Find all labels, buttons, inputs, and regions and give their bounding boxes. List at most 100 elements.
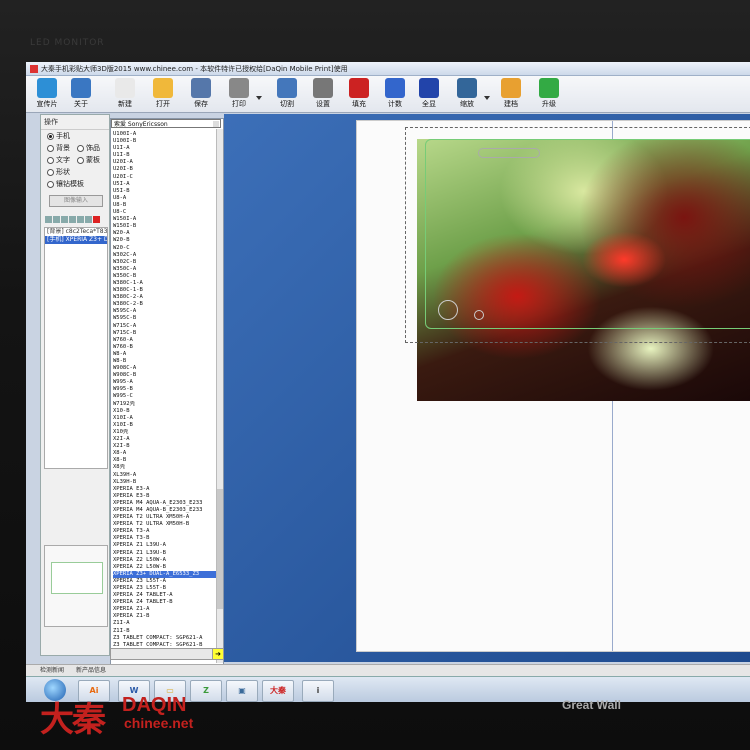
model-list-item[interactable]: U20I-B [113, 166, 216, 173]
model-list-item[interactable]: Z3 TABLET COMPACT: SGP621-A [113, 635, 216, 642]
model-list-item[interactable]: W908C-A [113, 365, 216, 372]
taskbar-installer-icon[interactable]: i [302, 680, 334, 702]
model-list-item[interactable]: XPERIA E3-A [113, 486, 216, 493]
toolbar-new-file-button[interactable]: 新建 [108, 78, 142, 111]
dropdown-arrow-icon[interactable] [256, 96, 262, 100]
model-list-item[interactable]: U8-B [113, 202, 216, 209]
option-background[interactable]: 背景 [47, 143, 70, 153]
model-list-item[interactable]: W760-B [113, 344, 216, 351]
model-list-item[interactable]: XPERIA E3-B [113, 493, 216, 500]
option-text[interactable]: 文字 [47, 155, 70, 165]
model-list-item[interactable]: W302C-A [113, 252, 216, 259]
option-mask[interactable]: 蒙板 [77, 155, 100, 165]
model-list-item[interactable]: XPERIA Z4 TABLET-B [113, 599, 216, 606]
model-list-item[interactable]: U1I-B [113, 152, 216, 159]
taskbar-image-viewer-icon[interactable]: ▣ [226, 680, 258, 702]
model-list-item[interactable]: U5I-B [113, 188, 216, 195]
print-page[interactable] [356, 120, 750, 652]
model-list-item[interactable]: U100I-B [113, 138, 216, 145]
model-list-item[interactable]: X8-B [113, 457, 216, 464]
toolbar-zoom-button[interactable]: 缩放 [450, 78, 484, 111]
model-list-item[interactable]: W20-A [113, 230, 216, 237]
model-list-item[interactable]: W380C-1-A [113, 280, 216, 287]
delete-icon[interactable] [93, 216, 100, 223]
model-list-item[interactable]: XPERIA M4 AQUA-B_E2303_E233 [113, 507, 216, 514]
layer-up-icon[interactable] [45, 216, 52, 223]
layer-top-icon[interactable] [61, 216, 68, 223]
model-list-item[interactable]: W715C-B [113, 330, 216, 337]
model-list-item[interactable]: XPERIA Z1-B [113, 613, 216, 620]
toolbar-archive-button[interactable]: 建档 [494, 78, 528, 111]
model-list-item[interactable]: U20I-C [113, 174, 216, 181]
model-list-item[interactable]: Z1I-A [113, 620, 216, 627]
model-list-item[interactable]: W350C-A [113, 266, 216, 273]
model-list-item[interactable]: X8-A [113, 450, 216, 457]
model-list-item[interactable]: U8-C [113, 209, 216, 216]
model-list-item[interactable]: XPERIA Z1 L39U-B [113, 550, 216, 557]
model-list-item[interactable]: XPERIA T3-A [113, 528, 216, 535]
model-list-item[interactable]: W908C-B [113, 372, 216, 379]
model-list-item[interactable]: W150I-A [113, 216, 216, 223]
model-list-item[interactable]: X10I-B [113, 422, 216, 429]
model-list-item[interactable]: XPERIA T3-B [113, 535, 216, 542]
option-rhinestone-template[interactable]: 镶钻模板 [47, 179, 84, 189]
model-list-item[interactable]: W715C-A [113, 323, 216, 330]
taskbar-app-green-icon[interactable]: Z [190, 680, 222, 702]
model-list-item[interactable]: XPERIA Z3+ DUAL-A_E6533_Z3 [113, 570, 216, 578]
model-list-scrollbar[interactable] [216, 129, 223, 663]
model-list-item[interactable]: W380C-1-B [113, 287, 216, 294]
dropdown-arrow-icon[interactable] [484, 96, 490, 100]
model-list-item[interactable]: W8-A [113, 351, 216, 358]
toolbar-open-folder-button[interactable]: 打开 [146, 78, 180, 111]
toolbar-settings-button[interactable]: 设置 [306, 78, 340, 111]
model-list-item[interactable]: XPERIA Z1 L39U-A [113, 542, 216, 549]
model-list-item[interactable]: W380C-2-A [113, 294, 216, 301]
model-list-item[interactable]: XPERIA Z3 L55T-B [113, 585, 216, 592]
layer-item-background[interactable]: [背景] c8c2Teca*T83b [45, 228, 107, 236]
model-list-item[interactable]: XPERIA Z2 L50W-B [113, 564, 216, 571]
toolbar-print-button[interactable]: 打印 [222, 78, 256, 111]
toolbar-info-button[interactable]: 关于 [64, 78, 98, 111]
status-news[interactable]: 检测新闻 [40, 667, 64, 674]
model-list-item[interactable]: W8-B [113, 358, 216, 365]
model-list-item[interactable]: Z1I-B [113, 628, 216, 635]
layer-down-icon[interactable] [53, 216, 60, 223]
option-accessory[interactable]: 饰品 [77, 143, 100, 153]
model-list-item[interactable]: U8-A [113, 195, 216, 202]
model-list-item[interactable]: W595C-A [113, 308, 216, 315]
model-list-item[interactable]: XL39H-B [113, 479, 216, 486]
model-search-bar[interactable]: ➜ [110, 648, 224, 660]
model-list-item[interactable]: XPERIA T2 ULTRA XM50H-A [113, 514, 216, 521]
toolbar-upgrade-button[interactable]: 升级 [532, 78, 566, 111]
layer-item-phone[interactable]: [手机] XPERIA Z3+ DU [45, 236, 107, 244]
model-list-item[interactable]: W7192壳 [113, 401, 216, 408]
status-new-products[interactable]: 新产品信息 [76, 667, 106, 674]
artwork-photo[interactable] [405, 127, 750, 401]
model-list-item[interactable]: X10-B [113, 408, 216, 415]
model-list-item[interactable]: XPERIA Z2 L50W-A [113, 557, 216, 564]
brand-select[interactable]: 索爱 SonyEricsson [111, 119, 221, 128]
model-list-item[interactable]: XL39H-A [113, 472, 216, 479]
toolbar-fill-button[interactable]: 填充 [342, 78, 376, 111]
model-list-item[interactable]: X10壳 [113, 429, 216, 436]
layer-bottom-icon[interactable] [69, 216, 76, 223]
option-shape[interactable]: 形状 [47, 167, 70, 177]
toolbar-fit-screen-button[interactable]: 全显 [412, 78, 446, 111]
model-list-item[interactable]: X2I-B [113, 443, 216, 450]
taskbar-daqin-app-icon[interactable]: 大秦 [262, 680, 294, 702]
layer-copy-icon[interactable] [77, 216, 84, 223]
toolbar-save-button[interactable]: 保存 [184, 78, 218, 111]
model-list-item[interactable]: W995-C [113, 393, 216, 400]
toolbar-play-button[interactable]: 宣传片 [30, 78, 64, 111]
model-list-item[interactable]: XPERIA T2 ULTRA XM50H-B [113, 521, 216, 528]
model-list-item[interactable]: W302C-B [113, 259, 216, 266]
model-list-item[interactable]: X2I-A [113, 436, 216, 443]
model-list-item[interactable]: U5I-A [113, 181, 216, 188]
model-list-item[interactable]: U20I-A [113, 159, 216, 166]
go-arrow-icon[interactable]: ➜ [212, 649, 223, 659]
scrollbar-thumb[interactable] [217, 489, 223, 609]
model-list-item[interactable]: W350C-B [113, 273, 216, 280]
image-import-button[interactable]: 图像输入 [49, 195, 103, 207]
model-list-item[interactable]: W995-B [113, 386, 216, 393]
model-list-item[interactable]: U1I-A [113, 145, 216, 152]
